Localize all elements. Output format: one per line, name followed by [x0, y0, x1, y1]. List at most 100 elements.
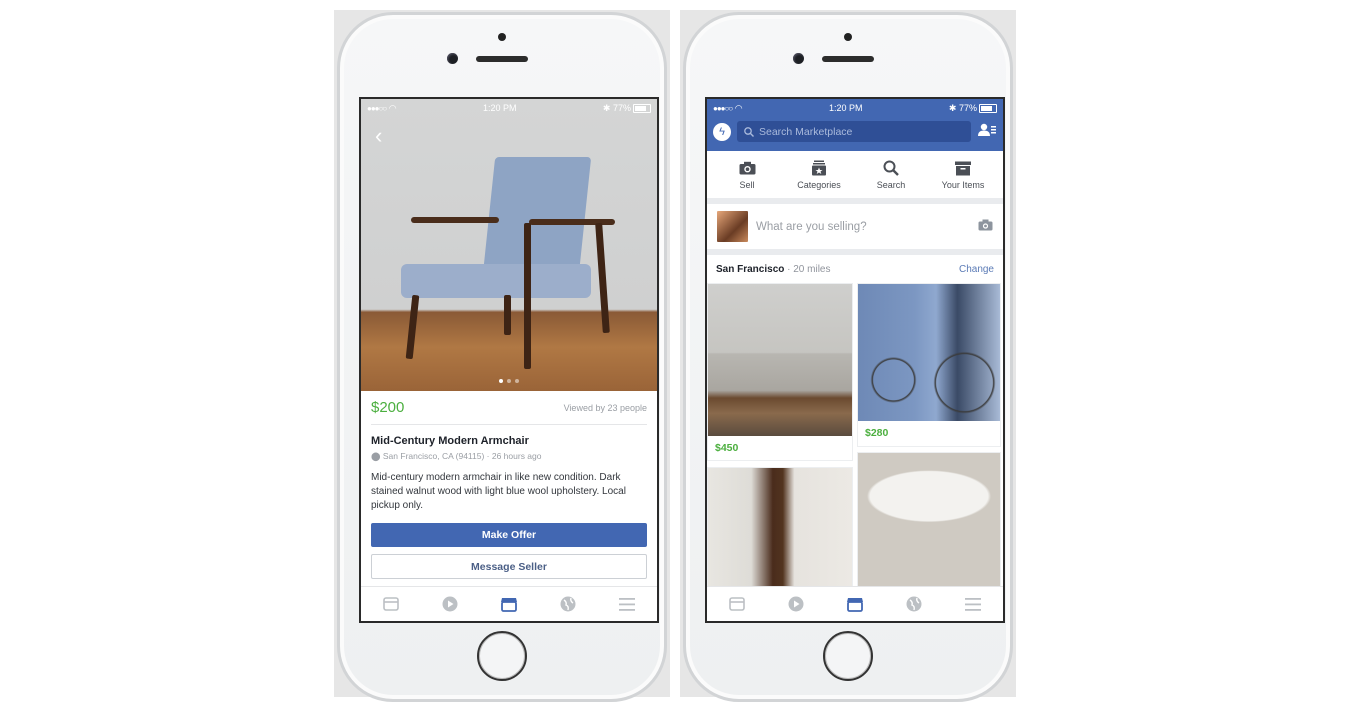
- search-row: ϟ Search Marketplace: [707, 117, 1003, 142]
- chair-backrest: [482, 157, 592, 275]
- listing-description: Mid-century modern armchair in like new …: [371, 472, 626, 511]
- battery-percent: 77%: [612, 102, 631, 113]
- bottom-tab-bar: [707, 586, 1003, 621]
- chair-seat: [401, 264, 591, 298]
- search-icon: [883, 160, 899, 176]
- chair-leg: [524, 223, 531, 369]
- coffee-maker-photo: [708, 468, 852, 588]
- search-marketplace-input[interactable]: Search Marketplace: [737, 121, 971, 142]
- menu-icon[interactable]: [617, 594, 637, 614]
- location-city: San Francisco: [716, 264, 785, 275]
- chair-leg: [504, 295, 511, 335]
- battery-percent: 77%: [958, 102, 977, 113]
- categories-icon: [812, 160, 826, 176]
- messenger-icon[interactable]: ϟ: [713, 122, 731, 141]
- listing-card[interactable]: $450: [707, 283, 853, 461]
- chair-leg: [405, 294, 420, 360]
- back-chevron-icon[interactable]: ‹: [375, 123, 382, 149]
- location-distance: · 20 miles: [784, 264, 831, 275]
- listing-card[interactable]: $280: [857, 283, 1001, 447]
- sell-shortcut[interactable]: Sell: [714, 160, 780, 190]
- shortcut-label: Categories: [797, 180, 841, 190]
- shortcut-bar: Sell Categories Search Your Items: [707, 151, 1003, 204]
- location-text: San Francisco, CA (94115) · 26 hours ago: [382, 451, 542, 461]
- marketplace-header: ●●●○○ ◠ 1:20 PM ✱ 77% ϟ Search Marketpla…: [707, 99, 1003, 151]
- pager-dot[interactable]: [507, 379, 511, 383]
- listing-detail-screen: ●●●○○ ◠ 1:20 PM ✱ 77% ‹ $200 Viewed by 2…: [359, 97, 659, 623]
- message-seller-button[interactable]: Message Seller: [371, 554, 647, 579]
- home-button[interactable]: [823, 631, 873, 681]
- video-icon[interactable]: [786, 594, 806, 614]
- change-location-link[interactable]: Change: [959, 264, 994, 275]
- pager-dot-active[interactable]: [499, 379, 503, 383]
- globe-icon[interactable]: [904, 594, 924, 614]
- camera-icon[interactable]: [978, 218, 993, 236]
- view-count: Viewed by 23 people: [563, 402, 647, 413]
- listing-price: $280: [865, 427, 889, 439]
- marketplace-icon[interactable]: [845, 594, 865, 614]
- listing-grid: $450 $280: [707, 283, 1003, 588]
- status-time: 1:20 PM: [482, 103, 517, 113]
- location-pin-icon: ⬤: [371, 451, 381, 461]
- news-feed-icon[interactable]: [727, 594, 747, 614]
- shortcut-label: Your Items: [941, 180, 985, 190]
- bluetooth-icon: ✱: [602, 102, 611, 113]
- search-shortcut[interactable]: Search: [858, 160, 924, 190]
- make-offer-button[interactable]: Make Offer: [371, 523, 647, 547]
- earpiece-speaker: [822, 56, 874, 62]
- price-row: $200 Viewed by 23 people: [371, 391, 647, 425]
- location-row: San Francisco · 20 miles Change: [707, 255, 1003, 283]
- signal-icon: ●●●○○: [713, 103, 733, 113]
- listing-title: Mid-Century Modern Armchair: [371, 435, 529, 447]
- wifi-icon: ◠: [734, 102, 743, 113]
- friend-requests-icon[interactable]: [977, 123, 997, 140]
- bottom-tab-bar: [361, 586, 657, 621]
- your-items-shortcut[interactable]: Your Items: [930, 160, 996, 190]
- earpiece-speaker: [476, 56, 528, 62]
- status-bar: ●●●○○ ◠ 1:20 PM ✱ 77%: [361, 99, 657, 117]
- categories-shortcut[interactable]: Categories: [786, 160, 852, 190]
- listing-location: ⬤ San Francisco, CA (94115) · 26 hours a…: [371, 451, 647, 462]
- round-table-photo: [858, 453, 1000, 588]
- battery-icon: [979, 103, 997, 113]
- user-avatar: [717, 211, 748, 242]
- marketplace-home-screen: ●●●○○ ◠ 1:20 PM ✱ 77% ϟ Search Marketpla…: [705, 97, 1005, 623]
- news-feed-icon[interactable]: [381, 594, 401, 614]
- right-phone: ●●●○○ ◠ 1:20 PM ✱ 77% ϟ Search Marketpla…: [683, 12, 1013, 702]
- listing-photo[interactable]: ●●●○○ ◠ 1:20 PM ✱ 77% ‹: [361, 99, 657, 391]
- proximity-sensor: [498, 33, 506, 41]
- globe-icon[interactable]: [558, 594, 578, 614]
- status-bar: ●●●○○ ◠ 1:20 PM ✱ 77%: [707, 99, 1003, 117]
- video-icon[interactable]: [440, 594, 460, 614]
- composer-placeholder[interactable]: What are you selling?: [756, 221, 970, 233]
- box-icon: [955, 160, 971, 176]
- chair-leg: [595, 222, 610, 334]
- shortcut-label: Search: [876, 180, 906, 190]
- home-button[interactable]: [477, 631, 527, 681]
- front-camera: [447, 53, 458, 64]
- menu-icon[interactable]: [963, 594, 983, 614]
- pager-dot[interactable]: [515, 379, 519, 383]
- photo-pager[interactable]: [499, 379, 519, 383]
- shortcut-label: Sell: [739, 180, 755, 190]
- search-icon: [744, 126, 754, 137]
- front-camera: [793, 53, 804, 64]
- left-phone: ●●●○○ ◠ 1:20 PM ✱ 77% ‹ $200 Viewed by 2…: [337, 12, 667, 702]
- listing-price: $200: [371, 399, 405, 416]
- listing-card[interactable]: [707, 467, 853, 588]
- battery-icon: [633, 103, 651, 113]
- listing-card[interactable]: [857, 452, 1001, 588]
- chair-arm: [411, 217, 499, 223]
- bicycle-photo: [858, 284, 1000, 421]
- listing-price: $450: [715, 442, 739, 454]
- wifi-icon: ◠: [388, 102, 397, 113]
- sell-composer[interactable]: What are you selling?: [707, 204, 1003, 255]
- marketplace-icon[interactable]: [499, 594, 519, 614]
- listing-detail: $200 Viewed by 23 people Mid-Century Mod…: [361, 391, 657, 579]
- camera-icon: [739, 160, 756, 176]
- proximity-sensor: [844, 33, 852, 41]
- status-time: 1:20 PM: [828, 103, 863, 113]
- search-placeholder: Search Marketplace: [759, 125, 853, 138]
- bluetooth-icon: ✱: [948, 102, 957, 113]
- signal-icon: ●●●○○: [367, 103, 387, 113]
